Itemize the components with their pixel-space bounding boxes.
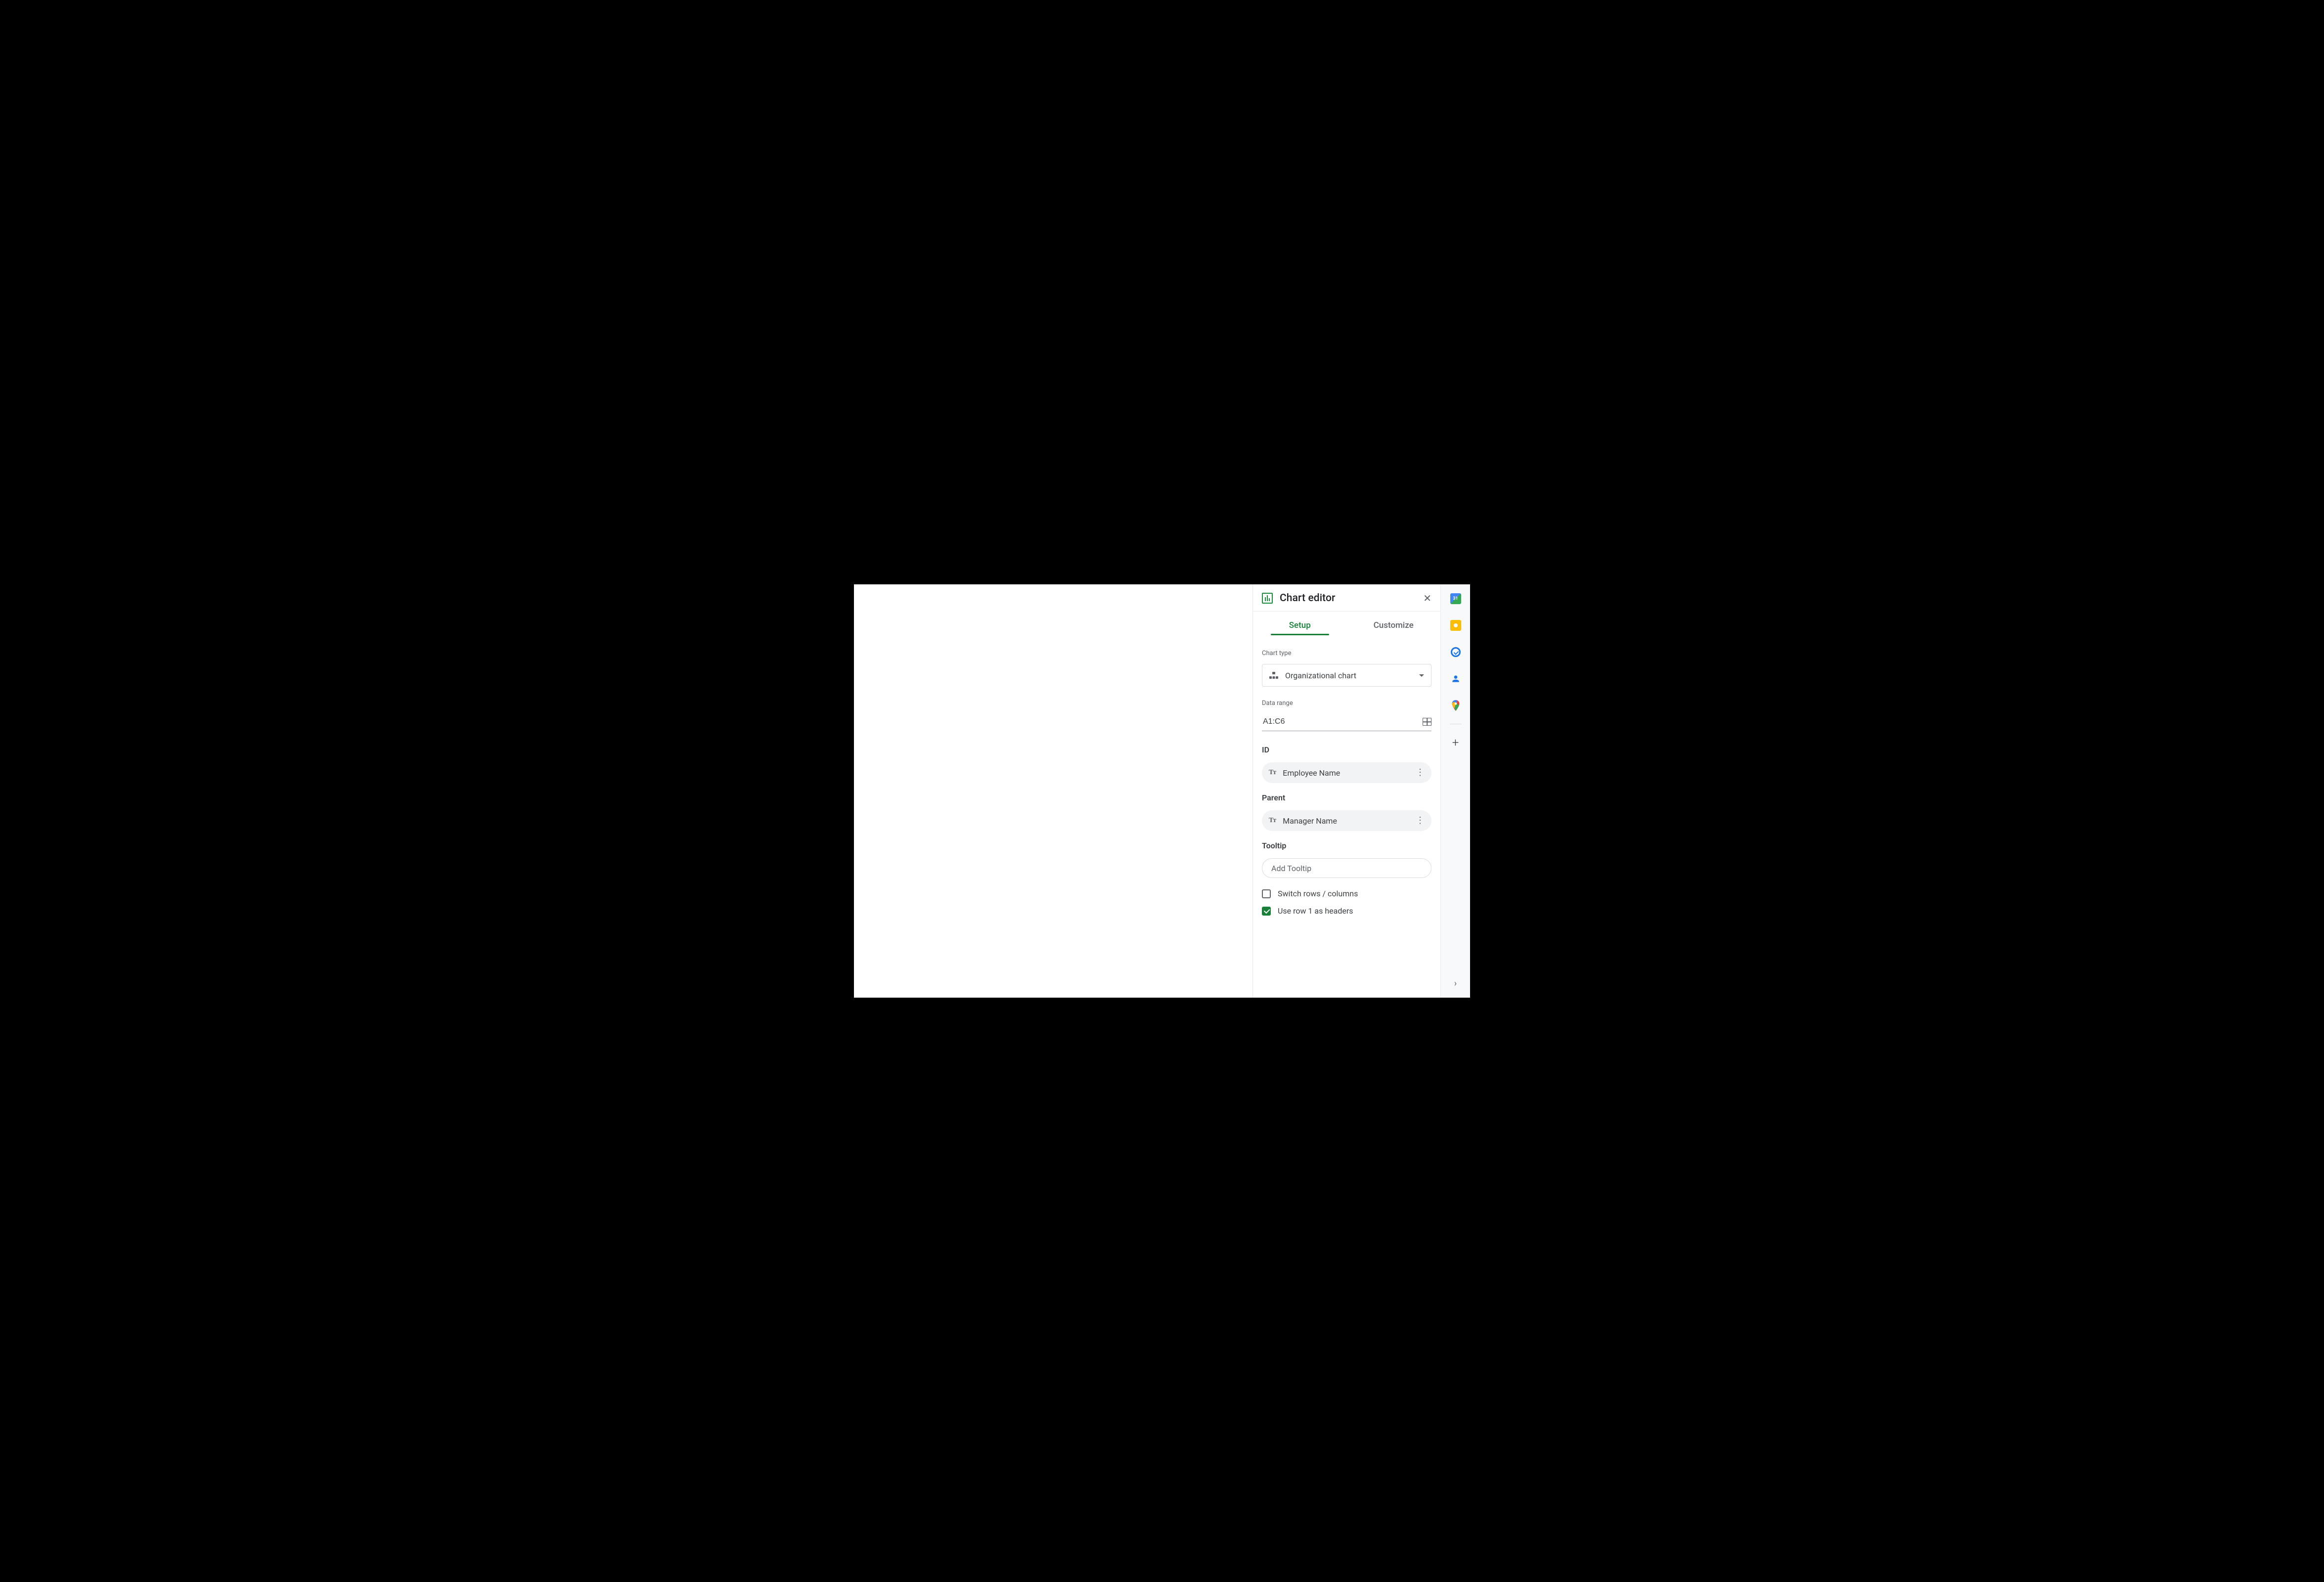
tasks-icon[interactable] [1450, 647, 1461, 658]
side-rail: 31 + › [1440, 584, 1470, 998]
add-addon-icon[interactable]: + [1450, 737, 1461, 748]
switch-rows-row: Switch rows / columns [1262, 889, 1431, 898]
use-headers-checkbox[interactable] [1262, 907, 1271, 916]
data-range-label: Data range [1262, 700, 1431, 707]
chart-editor-panel: Chart editor ✕ Setup Customize Chart typ… [1252, 584, 1440, 998]
calendar-icon[interactable]: 31 [1450, 593, 1461, 604]
content-area: Chart editor ✕ Setup Customize Chart typ… [1252, 584, 1470, 998]
maps-icon[interactable] [1450, 700, 1461, 711]
text-type-icon: Tᴛ [1269, 817, 1276, 825]
panel-header: Chart editor ✕ [1253, 584, 1440, 612]
select-range-icon[interactable] [1423, 718, 1431, 726]
chart-type-label: Chart type [1262, 650, 1431, 657]
chart-editor-icon [1262, 593, 1273, 604]
panel-title: Chart editor [1280, 592, 1336, 604]
tab-setup[interactable]: Setup [1253, 615, 1347, 637]
contacts-icon[interactable] [1450, 673, 1461, 684]
id-heading: ID [1262, 745, 1431, 754]
kebab-icon[interactable]: ⋮ [1416, 819, 1425, 822]
parent-field-chip[interactable]: Tᴛ Manager Name ⋮ [1262, 810, 1431, 831]
use-headers-label: Use row 1 as headers [1278, 906, 1353, 916]
chart-type-select[interactable]: Organizational chart [1262, 664, 1431, 687]
panel-body: Chart type Organizational chart Data ran… [1253, 638, 1440, 923]
text-type-icon: Tᴛ [1269, 769, 1276, 777]
data-range-row [1262, 714, 1431, 731]
parent-heading: Parent [1262, 793, 1431, 802]
keep-icon[interactable] [1450, 620, 1461, 631]
data-range-input[interactable] [1262, 717, 1423, 727]
app-frame: Chart editor ✕ Setup Customize Chart typ… [843, 573, 1481, 1009]
add-tooltip-button[interactable]: Add Tooltip [1262, 858, 1431, 878]
org-chart-icon [1269, 672, 1278, 679]
id-field-chip[interactable]: Tᴛ Employee Name ⋮ [1262, 762, 1431, 783]
tab-customize[interactable]: Customize [1347, 615, 1441, 637]
add-tooltip-label: Add Tooltip [1271, 864, 1311, 873]
close-icon[interactable]: ✕ [1423, 592, 1431, 604]
kebab-icon[interactable]: ⋮ [1416, 771, 1425, 774]
chart-type-value: Organizational chart [1285, 671, 1356, 680]
use-headers-row: Use row 1 as headers [1262, 906, 1431, 916]
chevron-right-icon[interactable]: › [1454, 978, 1457, 989]
switch-rows-label: Switch rows / columns [1278, 889, 1358, 898]
parent-field-value: Manager Name [1283, 816, 1337, 826]
tooltip-heading: Tooltip [1262, 841, 1431, 850]
tabs: Setup Customize [1253, 612, 1440, 638]
switch-rows-checkbox[interactable] [1262, 889, 1271, 898]
id-field-value: Employee Name [1283, 768, 1340, 778]
chevron-down-icon [1419, 674, 1424, 677]
